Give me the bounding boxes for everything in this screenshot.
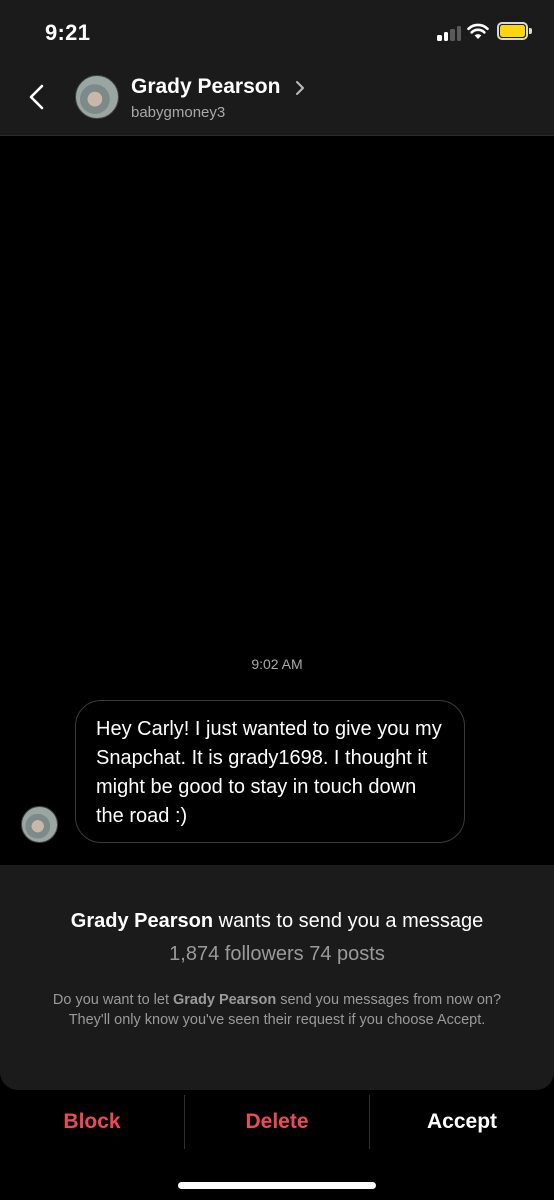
block-button[interactable]: Block: [0, 1092, 184, 1152]
status-time: 9:21: [45, 20, 91, 45]
message-bubble[interactable]: Hey Carly! I just wanted to give you my …: [75, 700, 465, 843]
home-indicator[interactable]: [178, 1182, 376, 1189]
conversation-header: Grady Pearson babygmoney3: [0, 62, 554, 136]
wifi-icon: [467, 23, 489, 39]
contact-username[interactable]: babygmoney3: [131, 104, 225, 121]
request-title-suffix: wants to send you a message: [213, 910, 484, 932]
request-note: Do you want to let Grady Pearson send yo…: [40, 991, 514, 1030]
request-action-bar: Block Delete Accept: [0, 1092, 554, 1200]
battery-icon: [497, 22, 532, 40]
chevron-right-icon[interactable]: [294, 80, 306, 96]
request-stats: 1,874 followers 74 posts: [169, 943, 385, 965]
delete-button[interactable]: Delete: [185, 1092, 369, 1152]
contact-name[interactable]: Grady Pearson: [131, 75, 280, 99]
status-bar: 9:21: [0, 0, 554, 62]
accept-button[interactable]: Accept: [370, 1092, 554, 1152]
request-sender-name: Grady Pearson: [70, 910, 214, 932]
request-note-name: Grady Pearson: [173, 992, 277, 1008]
sender-avatar[interactable]: [21, 806, 58, 843]
request-note-prefix: Do you want to let: [52, 992, 174, 1008]
message-request-panel: Grady Pearson wants to send you a messag…: [0, 865, 554, 1090]
request-title: Grady Pearson wants to send you a messag…: [0, 910, 554, 933]
message-timestamp: 9:02 AM: [251, 656, 303, 672]
cellular-signal-icon: [437, 25, 463, 41]
chevron-left-icon[interactable]: [22, 80, 52, 114]
avatar[interactable]: [75, 75, 119, 119]
